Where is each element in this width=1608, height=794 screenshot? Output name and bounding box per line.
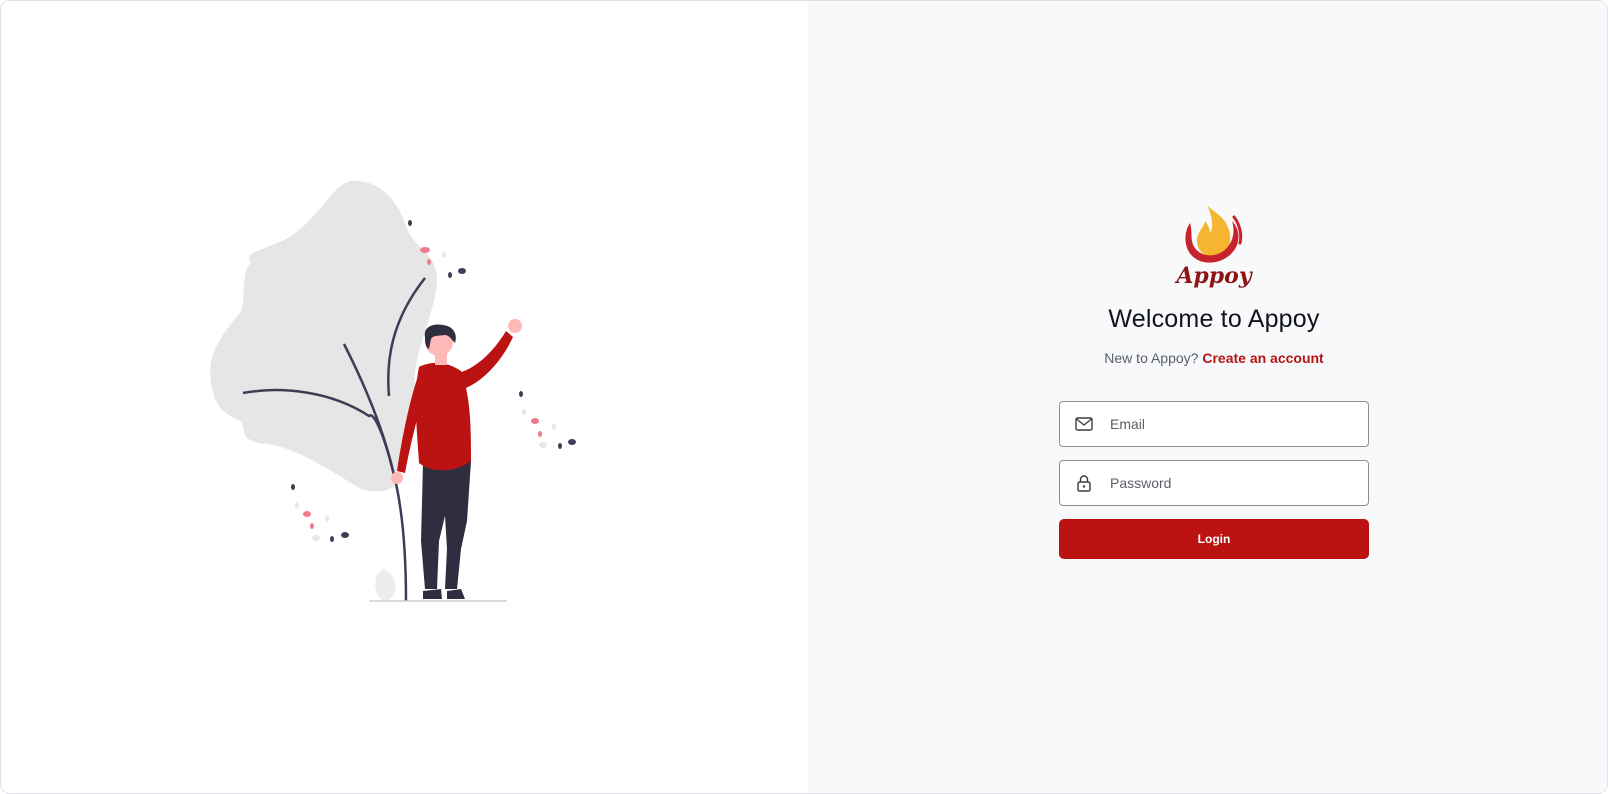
- appoy-logo: Appoy: [1174, 205, 1254, 289]
- signup-prompt: New to Appoy?: [1104, 350, 1199, 366]
- login-page: Appoy Welcome to Appoy New to Appoy? Cre…: [0, 0, 1608, 794]
- mail-icon: [1074, 414, 1094, 434]
- password-input[interactable]: [1108, 467, 1352, 499]
- login-card: Appoy Welcome to Appoy New to Appoy? Cre…: [1058, 199, 1370, 559]
- email-input[interactable]: [1108, 408, 1352, 440]
- logo-text: Appoy: [1174, 263, 1254, 289]
- page-title: Welcome to Appoy: [1108, 305, 1320, 333]
- email-field[interactable]: [1059, 401, 1369, 447]
- create-account-link[interactable]: Create an account: [1202, 350, 1323, 366]
- login-button[interactable]: Login: [1059, 519, 1369, 559]
- login-panel: Appoy Welcome to Appoy New to Appoy? Cre…: [808, 1, 1607, 793]
- person-waving-illustration: [210, 180, 576, 602]
- lock-icon: [1074, 473, 1094, 493]
- password-field[interactable]: [1059, 460, 1369, 506]
- illustration-panel: [1, 1, 808, 793]
- signup-line: New to Appoy? Create an account: [1104, 350, 1323, 366]
